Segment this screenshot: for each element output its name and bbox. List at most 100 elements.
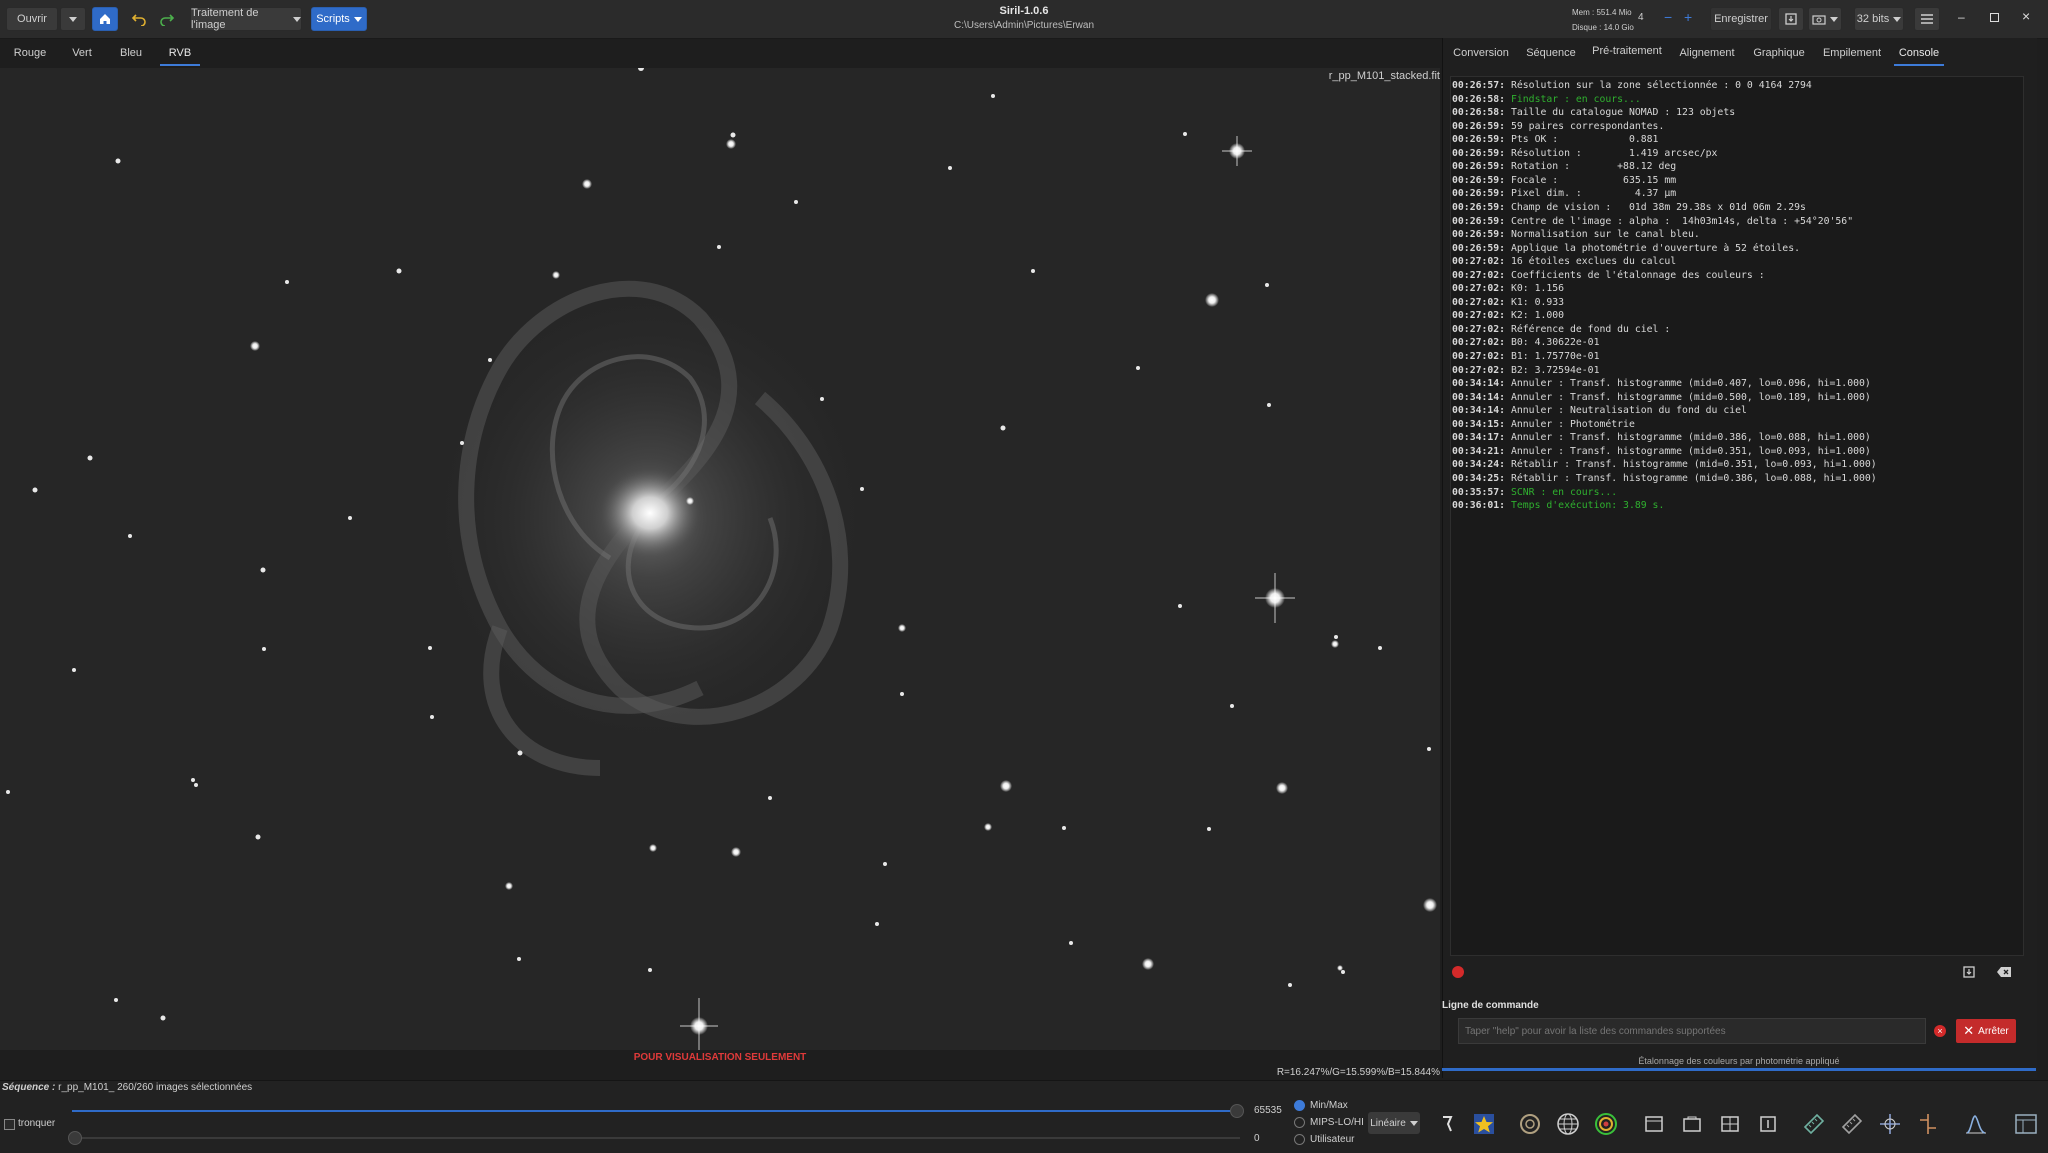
histogram-button[interactable] bbox=[1962, 1110, 1990, 1138]
photometry-button[interactable] bbox=[1516, 1110, 1544, 1138]
save-as-button[interactable] bbox=[1778, 7, 1804, 31]
tool-button-3[interactable] bbox=[1876, 1110, 1904, 1138]
tool-button-4[interactable] bbox=[1914, 1110, 1942, 1138]
min-value[interactable]: 0 bbox=[1254, 1133, 1260, 1144]
scale-mode-select[interactable]: Linéaire bbox=[1368, 1112, 1420, 1134]
findstar-button[interactable] bbox=[1470, 1110, 1498, 1138]
console-timestamp: 00:34:25: bbox=[1452, 472, 1506, 484]
scripts-menu[interactable]: Scripts bbox=[311, 7, 367, 31]
console-line: 00:27:02: Coefficients de l'étalonnage d… bbox=[1452, 270, 1765, 281]
open-button[interactable]: Ouvrir bbox=[6, 7, 58, 31]
minus-icon[interactable]: − bbox=[1664, 9, 1672, 25]
radio-minmax[interactable] bbox=[1294, 1100, 1305, 1111]
console-timestamp: 00:34:14: bbox=[1452, 378, 1506, 390]
console-timestamp: 00:26:59: bbox=[1452, 161, 1506, 173]
plus-icon[interactable]: + bbox=[1684, 9, 1692, 25]
console-line: 00:34:24: Rétablir : Transf. histogramme… bbox=[1452, 459, 1877, 470]
console-message: Annuler : Neutralisation du fond du ciel bbox=[1505, 405, 1747, 417]
radio-user[interactable] bbox=[1294, 1134, 1305, 1145]
console-line: 00:27:02: K2: 1.000 bbox=[1452, 310, 1564, 321]
console-timestamp: 00:26:59: bbox=[1452, 134, 1506, 146]
tool-button-1[interactable] bbox=[1800, 1110, 1828, 1138]
thread-count[interactable]: 4 bbox=[1638, 12, 1644, 23]
max-value[interactable]: 65535 bbox=[1254, 1105, 1282, 1116]
tab-registration[interactable]: Alignement bbox=[1676, 40, 1738, 66]
stop-button[interactable]: ✕ Arrêter bbox=[1956, 1019, 2016, 1043]
main-menu-button[interactable] bbox=[1914, 7, 1940, 31]
tab-stacking[interactable]: Empilement bbox=[1820, 40, 1884, 66]
radio-mips-label: MIPS-LO/HI bbox=[1310, 1117, 1364, 1128]
view-button-4[interactable] bbox=[1754, 1110, 1782, 1138]
pcc-button[interactable] bbox=[1592, 1110, 1620, 1138]
console-line: 00:27:02: B0: 4.30622e-01 bbox=[1452, 337, 1599, 348]
layout-button[interactable] bbox=[2012, 1110, 2040, 1138]
open-menu-button[interactable] bbox=[60, 7, 86, 31]
star-icon bbox=[1474, 1114, 1494, 1134]
redo-button[interactable] bbox=[154, 7, 180, 31]
image-processing-menu[interactable]: Traitement de l'image bbox=[190, 7, 302, 31]
maximize-icon[interactable] bbox=[1990, 13, 1999, 22]
console-line: 00:26:59: Rotation : +88.12 deg bbox=[1452, 161, 1676, 172]
console-message: Taille du catalogue NOMAD : 123 objets bbox=[1505, 107, 1736, 119]
window-title: Siril-1.0.6 bbox=[999, 5, 1049, 17]
clear-log-button[interactable] bbox=[1996, 965, 2012, 982]
astrometry-button[interactable] bbox=[1554, 1110, 1582, 1138]
bit-depth-select[interactable]: 32 bits bbox=[1854, 7, 1904, 31]
tab-preprocessing[interactable]: Pré-traitement bbox=[1590, 40, 1664, 62]
close-icon[interactable]: × bbox=[2022, 8, 2030, 24]
console-message: Champ de vision : 01d 38m 29.38s x 01d 0… bbox=[1505, 201, 1806, 213]
aperture-icon bbox=[1520, 1114, 1540, 1134]
undo-button[interactable] bbox=[126, 7, 152, 31]
home-button[interactable] bbox=[92, 7, 118, 31]
snapshot-button[interactable] bbox=[1808, 7, 1842, 31]
display-mode-button[interactable] bbox=[1434, 1110, 1462, 1138]
view-button-3[interactable] bbox=[1716, 1110, 1744, 1138]
console-line: 00:26:59: Applique la photométrie d'ouve… bbox=[1452, 243, 1800, 254]
min-slider-handle[interactable] bbox=[68, 1131, 82, 1145]
console-timestamp: 00:26:59: bbox=[1452, 242, 1506, 254]
open-label: Ouvrir bbox=[17, 13, 47, 25]
tab-green[interactable]: Vert bbox=[62, 40, 102, 66]
tab-rgb[interactable]: RVB bbox=[160, 40, 200, 66]
truncate-checkbox[interactable] bbox=[4, 1119, 15, 1130]
image-processing-label: Traitement de l'image bbox=[191, 7, 259, 31]
console-timestamp: 00:34:17: bbox=[1452, 432, 1506, 444]
truncate-label: tronquer bbox=[18, 1118, 56, 1129]
disk-usage: Disque : 14.0 Gio bbox=[1572, 23, 1634, 32]
command-line-label: Ligne de commande bbox=[1442, 1000, 1539, 1011]
galaxy-image bbox=[0, 68, 1440, 1050]
console-line: 00:26:59: Pixel dim. : 4.37 µm bbox=[1452, 188, 1676, 199]
tab-red[interactable]: Rouge bbox=[8, 40, 52, 66]
console-line: 00:26:59: Pts OK : 0.881 bbox=[1452, 134, 1658, 145]
console-timestamp: 00:27:02: bbox=[1452, 310, 1506, 322]
tab-sequence[interactable]: Séquence bbox=[1520, 40, 1582, 66]
view-button-1[interactable] bbox=[1640, 1110, 1668, 1138]
tab-console[interactable]: Console bbox=[1894, 40, 1944, 66]
clear-command-icon[interactable]: × bbox=[1934, 1025, 1946, 1037]
radio-mips[interactable] bbox=[1294, 1117, 1305, 1128]
save-log-button[interactable] bbox=[1962, 965, 1976, 982]
command-input[interactable] bbox=[1458, 1018, 1926, 1044]
console-message: K2: 1.000 bbox=[1505, 310, 1565, 322]
tab-conversion[interactable]: Conversion bbox=[1452, 40, 1510, 66]
minimize-icon[interactable]: – bbox=[1958, 10, 1965, 24]
view-button-2[interactable] bbox=[1678, 1110, 1706, 1138]
chevron-down-icon bbox=[293, 16, 301, 22]
progress-bar bbox=[1442, 1068, 2036, 1071]
tab-blue[interactable]: Bleu bbox=[110, 40, 152, 66]
max-slider[interactable] bbox=[72, 1110, 1240, 1112]
save-icon bbox=[1963, 966, 1975, 978]
max-slider-handle[interactable] bbox=[1230, 1104, 1244, 1118]
target-icon bbox=[1595, 1113, 1617, 1135]
min-slider[interactable] bbox=[72, 1137, 1240, 1139]
tool-button-2[interactable] bbox=[1838, 1110, 1866, 1138]
save-button[interactable]: Enregistrer bbox=[1710, 7, 1772, 31]
console-line: 00:34:14: Annuler : Transf. histogramme … bbox=[1452, 378, 1871, 389]
console-message: B2: 3.72594e-01 bbox=[1505, 364, 1600, 376]
console-message: Applique la photométrie d'ouverture à 52… bbox=[1505, 242, 1801, 254]
histogram-icon bbox=[1966, 1115, 1986, 1134]
record-icon[interactable] bbox=[1452, 966, 1464, 978]
window-icon bbox=[1683, 1116, 1701, 1132]
image-viewer[interactable] bbox=[0, 68, 1440, 1050]
tab-plot[interactable]: Graphique bbox=[1748, 40, 1810, 66]
